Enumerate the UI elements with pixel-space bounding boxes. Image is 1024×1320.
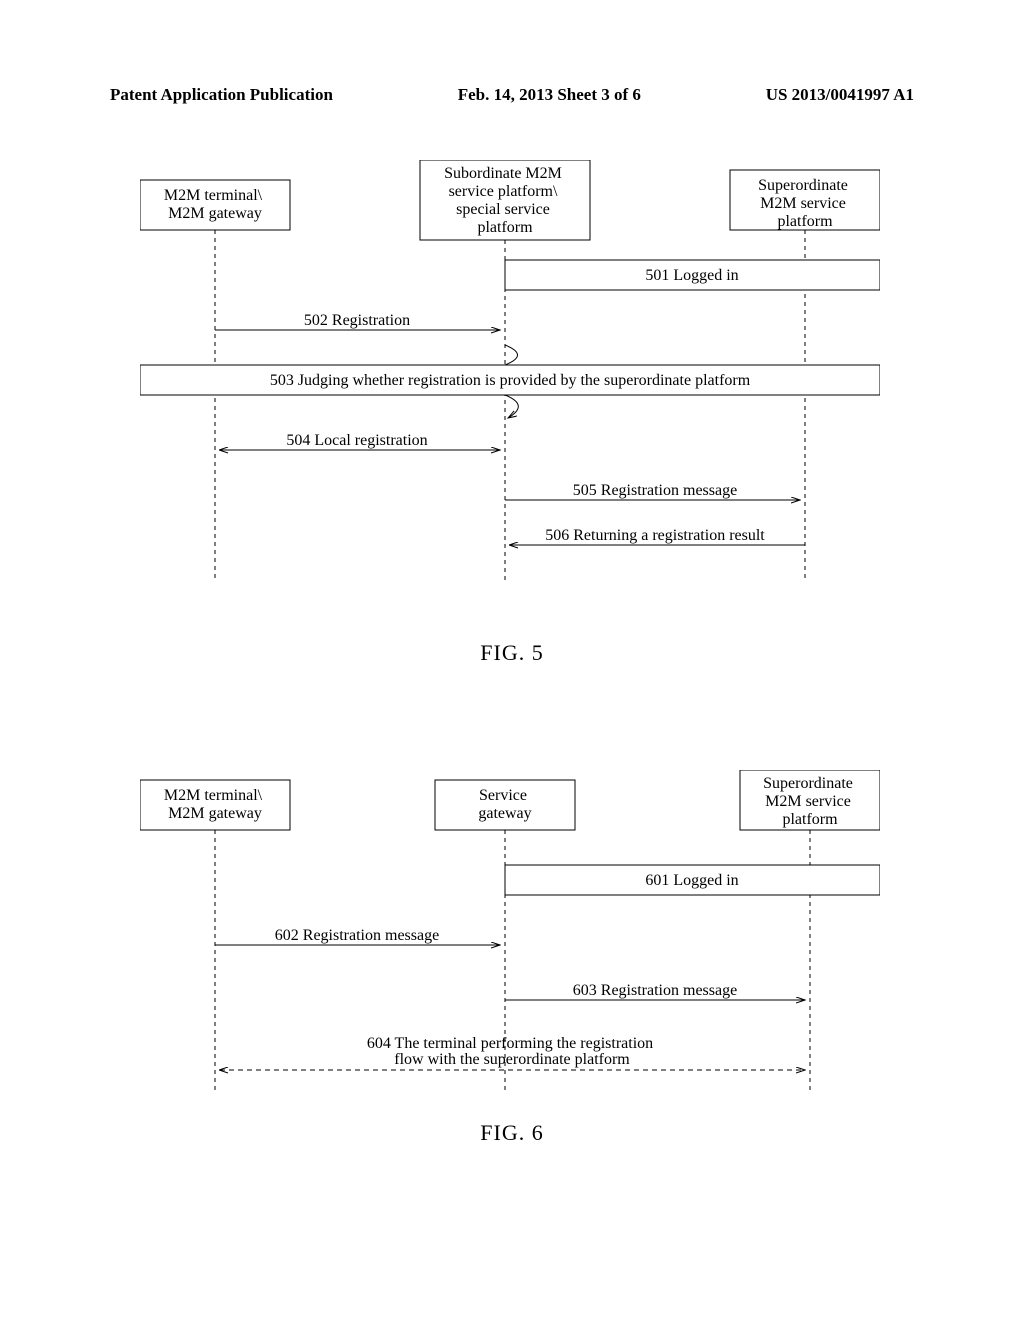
fig6-msg-603-label: 603 Registration message (573, 982, 737, 999)
header-right: US 2013/0041997 A1 (766, 85, 914, 105)
page-header: Patent Application Publication Feb. 14, … (110, 85, 914, 105)
fig5-svg: M2M terminal\ M2M gateway Subordinate M2… (140, 160, 880, 610)
fig6-msg-602-label: 602 Registration message (275, 927, 439, 944)
header-center: Feb. 14, 2013 Sheet 3 of 6 (458, 85, 641, 105)
header-left: Patent Application Publication (110, 85, 333, 105)
fig5-msg-501-label: 501 Logged in (645, 267, 738, 284)
fig6-caption: FIG. 6 (0, 1120, 1024, 1146)
fig5-msg-505-label: 505 Registration message (573, 482, 737, 499)
page: Patent Application Publication Feb. 14, … (0, 0, 1024, 1320)
fig6-msg-601-label: 601 Logged in (645, 872, 738, 889)
fig5-caption: FIG. 5 (0, 640, 1024, 666)
fig5-selfloop-top (505, 345, 518, 365)
fig5-msg-503-label: 503 Judging whether registration is prov… (270, 372, 751, 389)
fig6-actor2-label: Service gateway (478, 787, 531, 822)
fig6-svg: M2M terminal\ M2M gateway Service gatewa… (140, 770, 880, 1120)
fig5-msg-506-label: 506 Returning a registration result (545, 527, 765, 544)
fig6-msg-604-label: 604 The terminal performing the registra… (367, 1035, 657, 1068)
fig5-actor1-label: M2M terminal\ M2M gateway (164, 187, 266, 222)
fig6-actor1-label: M2M terminal\ M2M gateway (164, 787, 266, 822)
figure-6-diagram: M2M terminal\ M2M gateway Service gatewa… (140, 770, 880, 1120)
fig5-msg-504-label: 504 Local registration (286, 432, 427, 449)
fig5-msg-502-label: 502 Registration (304, 312, 410, 329)
fig5-selfloop-bottom (505, 395, 518, 418)
figure-5-diagram: M2M terminal\ M2M gateway Subordinate M2… (140, 160, 880, 610)
